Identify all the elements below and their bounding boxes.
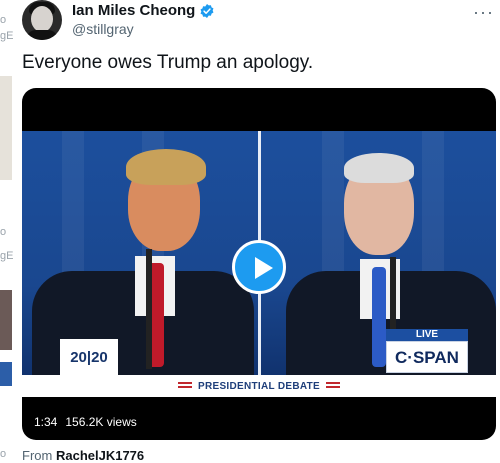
gutter-image xyxy=(0,290,12,350)
attribution-prefix: From xyxy=(22,448,53,463)
gutter-fragment: o xyxy=(0,448,7,460)
video-meta: 1:34 156.2K views xyxy=(34,415,137,429)
flag-icon xyxy=(177,382,192,390)
left-gutter: o gE o gE o xyxy=(0,0,14,463)
avatar[interactable] xyxy=(22,0,62,40)
more-options-icon[interactable]: ··· xyxy=(473,2,494,23)
gutter-fragment: o xyxy=(0,14,7,26)
cspan-bug: LIVE C·SPAN xyxy=(386,329,468,375)
author-name-row[interactable]: Ian Miles Cheong xyxy=(72,2,215,19)
debate-2020-logo: 20|20 xyxy=(60,339,118,375)
attribution-source[interactable]: RachelJK1776 xyxy=(56,448,144,463)
gutter-fragment: gE xyxy=(0,30,14,42)
verified-badge-icon xyxy=(200,3,214,18)
live-badge: LIVE xyxy=(386,329,468,341)
tweet-text: Everyone owes Trump an apology. xyxy=(22,52,314,73)
play-icon[interactable] xyxy=(232,240,286,294)
banner-text: PRESIDENTIAL DEBATE xyxy=(197,380,320,392)
video-views: 156.2K views xyxy=(65,415,137,429)
display-name[interactable]: Ian Miles Cheong xyxy=(72,2,195,19)
flag-icon xyxy=(326,382,340,390)
video-duration: 1:34 xyxy=(34,415,58,429)
video-player[interactable]: 20|20 LIVE C·SPAN PRESIDENTIAL DEBATE 1:… xyxy=(22,88,496,440)
gutter-image xyxy=(0,76,12,180)
network-logo: C·SPAN xyxy=(386,341,468,373)
gutter-image xyxy=(0,362,12,386)
lower-third-banner: PRESIDENTIAL DEBATE xyxy=(22,375,496,397)
handle[interactable]: @stillgray xyxy=(72,21,134,37)
gutter-fragment: o xyxy=(0,226,7,238)
gutter-fragment: gE xyxy=(0,250,14,262)
attribution: From RachelJK1776 xyxy=(22,448,144,463)
